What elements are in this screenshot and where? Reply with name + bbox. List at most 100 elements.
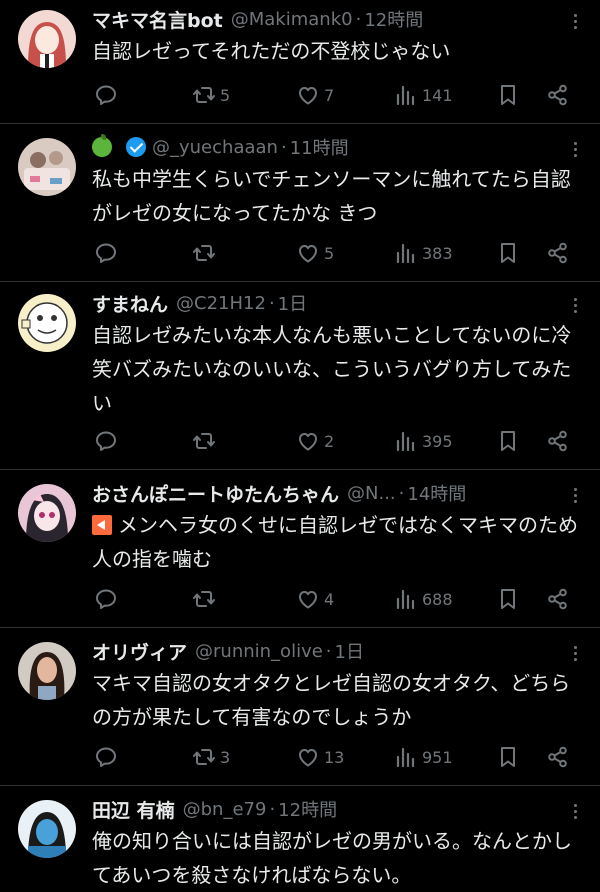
share-button[interactable]: [546, 745, 570, 769]
share-icon: [546, 241, 570, 265]
tweet[interactable]: オリヴィア @runnin_olive · 1日 マキマ自認の女オタクとレゼ自認…: [0, 628, 600, 786]
reply-icon: [94, 83, 118, 107]
tweet-text-container: メンヘラ女のくせに自認レゼではなくマキマのため人の指を噛む: [92, 508, 586, 576]
timestamp[interactable]: 14時間: [407, 480, 466, 506]
tweet-header: おさんぽニートゆたんちゃん @N... · 14時間: [92, 480, 586, 506]
views-button[interactable]: 383: [394, 241, 453, 265]
display-name[interactable]: オリヴィア: [92, 638, 187, 664]
avatar[interactable]: [18, 642, 76, 700]
avatar[interactable]: [18, 294, 76, 352]
share-icon: [546, 429, 570, 453]
user-handle[interactable]: @Makimank0: [231, 9, 353, 30]
views-icon: [394, 745, 418, 769]
tweet-text: マキマ自認の女オタクとレゼ自認の女オタク、どちらの方が果たして有害なのでしょうか: [92, 671, 571, 729]
display-name[interactable]: おさんぽニートゆたんちゃん: [92, 480, 339, 506]
repost-icon: [192, 241, 216, 265]
like-button[interactable]: 5: [296, 241, 334, 265]
timestamp[interactable]: 1日: [335, 638, 364, 664]
more-options-icon[interactable]: [574, 142, 578, 160]
views-button[interactable]: 951: [394, 745, 453, 769]
repost-button[interactable]: [192, 241, 220, 265]
tweet-header: マキマ名言bot @Makimank0 · 12時間: [92, 6, 586, 32]
repost-button[interactable]: 5: [192, 83, 230, 107]
views-button[interactable]: 688: [394, 587, 453, 611]
reply-button[interactable]: [94, 429, 118, 453]
bookmark-button[interactable]: [496, 745, 520, 769]
avatar-image: [18, 642, 76, 700]
bookmark-button[interactable]: [496, 587, 520, 611]
more-options-icon[interactable]: [574, 646, 578, 664]
bookmark-button[interactable]: [496, 429, 520, 453]
heart-icon: [296, 745, 320, 769]
share-button[interactable]: [546, 587, 570, 611]
tweet[interactable]: 田辺 有楠 @bn_e79 · 12時間 俺の知り合いには自認がレゼの男がいる。…: [0, 786, 600, 890]
timestamp[interactable]: 1日: [278, 290, 307, 316]
bookmark-button[interactable]: [496, 83, 520, 107]
bookmark-icon: [496, 241, 520, 265]
tweet-text: 俺の知り合いには自認がレゼの男がいる。なんとかしてあいつを殺さなければならない。: [92, 829, 572, 887]
more-options-icon[interactable]: [574, 804, 578, 822]
reply-button[interactable]: [94, 241, 118, 265]
view-count: 383: [422, 243, 453, 263]
repost-button[interactable]: [192, 429, 220, 453]
tweet[interactable]: すまねん @C21H12 · 1日 自認レゼみたいな本人なんも悪いことしてないの…: [0, 282, 600, 470]
more-options-icon[interactable]: [574, 298, 578, 316]
timestamp[interactable]: 12時間: [364, 6, 423, 32]
like-count: 7: [324, 85, 335, 105]
more-options-icon[interactable]: [574, 488, 578, 506]
avatar-image: [18, 800, 76, 858]
reply-button[interactable]: [94, 587, 118, 611]
views-button[interactable]: 141: [394, 83, 453, 107]
user-handle[interactable]: @C21H12: [176, 293, 266, 314]
avatar[interactable]: [18, 800, 76, 858]
tweet-header: 田辺 有楠 @bn_e79 · 12時間: [92, 796, 586, 822]
separator-dot: ·: [355, 8, 362, 30]
heart-icon: [296, 587, 320, 611]
share-button[interactable]: [546, 241, 570, 265]
views-icon: [394, 241, 418, 265]
display-name[interactable]: すまねん: [92, 290, 168, 316]
display-name[interactable]: マキマ名言bot: [92, 6, 223, 32]
separator-dot: ·: [325, 640, 332, 662]
verified-badge-icon: [126, 137, 146, 157]
reply-button[interactable]: [94, 83, 118, 107]
tweet[interactable]: マキマ名言bot @Makimank0 · 12時間 自認レゼってそれただの不登…: [0, 0, 600, 124]
like-count: 5: [324, 243, 335, 263]
tweet-text: 私も中学生くらいでチェンソーマンに触れてたら自認がレゼの女になってたかな きつ: [92, 167, 571, 225]
apple-emoji-icon: [92, 134, 112, 157]
reply-icon: [94, 587, 118, 611]
heart-icon: [296, 241, 320, 265]
like-button[interactable]: 13: [296, 745, 344, 769]
bookmark-button[interactable]: [496, 241, 520, 265]
like-button[interactable]: 2: [296, 429, 334, 453]
more-options-icon[interactable]: [574, 14, 578, 32]
user-handle[interactable]: @N...: [347, 483, 396, 504]
tweet[interactable]: おさんぽニートゆたんちゃん @N... · 14時間 メンヘラ女のくせに自認レゼ…: [0, 470, 600, 628]
share-button[interactable]: [546, 83, 570, 107]
avatar[interactable]: [18, 138, 76, 196]
like-button[interactable]: 4: [296, 587, 334, 611]
views-button[interactable]: 395: [394, 429, 453, 453]
timestamp[interactable]: 11時間: [290, 134, 349, 160]
like-button[interactable]: 7: [296, 83, 334, 107]
separator-dot: ·: [269, 798, 276, 820]
repost-count: 5: [220, 85, 231, 105]
separator-dot: ·: [398, 482, 405, 504]
back-arrow-emoji-icon: [92, 515, 112, 535]
reply-button[interactable]: [94, 745, 118, 769]
view-count: 688: [422, 589, 453, 609]
avatar[interactable]: [18, 10, 76, 68]
display-name[interactable]: 田辺 有楠: [92, 796, 175, 822]
tweet[interactable]: @_yuechaaan · 11時間 私も中学生くらいでチェンソーマンに触れてた…: [0, 124, 600, 282]
repost-button[interactable]: 3: [192, 745, 230, 769]
share-button[interactable]: [546, 429, 570, 453]
share-icon: [546, 83, 570, 107]
avatar[interactable]: [18, 484, 76, 542]
timestamp[interactable]: 12時間: [278, 796, 337, 822]
user-handle[interactable]: @bn_e79: [183, 799, 267, 820]
user-handle[interactable]: @_yuechaaan: [152, 137, 278, 158]
user-handle[interactable]: @runnin_olive: [195, 641, 323, 662]
reply-icon: [94, 241, 118, 265]
tweet-text: 自認レゼってそれただの不登校じゃない: [92, 39, 451, 63]
repost-button[interactable]: [192, 587, 220, 611]
